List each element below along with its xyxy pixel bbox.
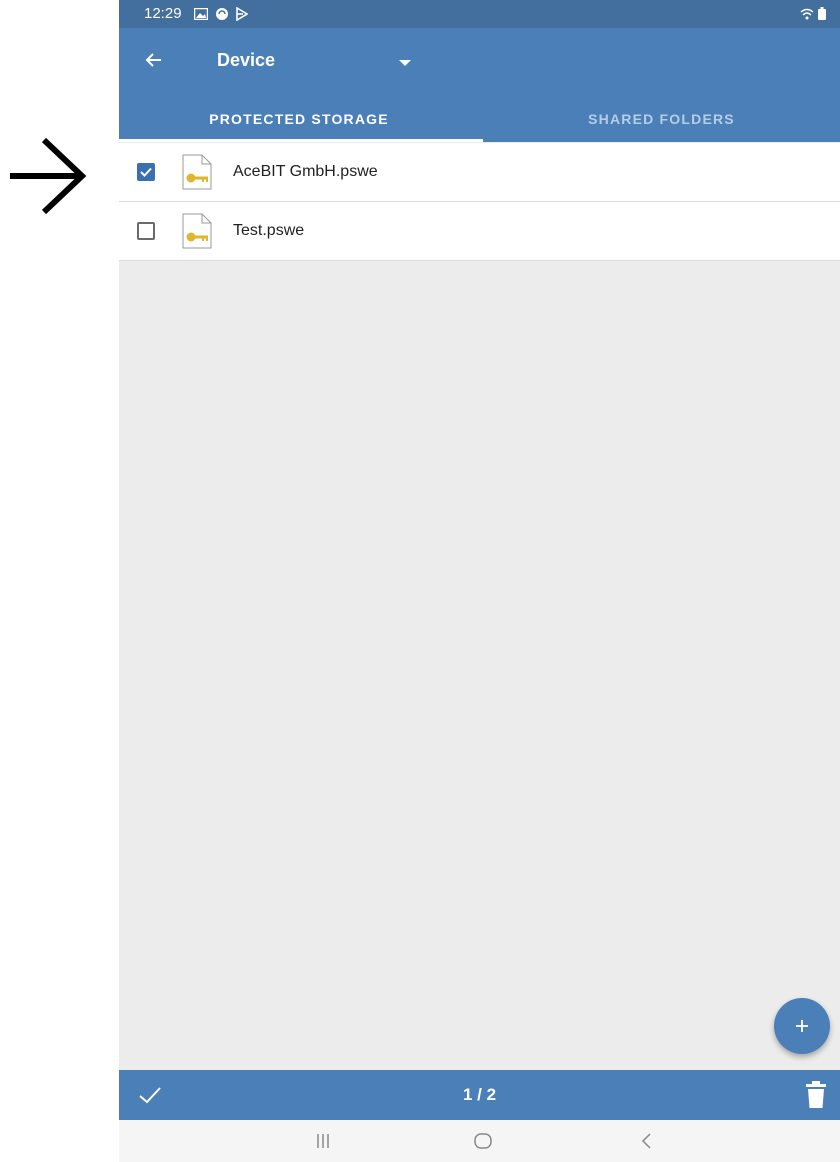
device-selector[interactable]: Device	[217, 50, 417, 76]
wifi-icon	[800, 8, 814, 19]
back-icon[interactable]	[639, 1131, 653, 1151]
tab-shared-folders[interactable]: SHARED FOLDERS	[483, 100, 840, 142]
file-list: AceBIT GmbH.pswe Test.pswe	[119, 143, 840, 261]
tab-shared-folders-label: SHARED FOLDERS	[588, 111, 735, 127]
trash-icon	[806, 1081, 826, 1108]
file-name: Test.pswe	[233, 222, 305, 239]
file-name: AceBIT GmbH.pswe	[233, 163, 378, 180]
file-checkbox-checked[interactable]	[137, 163, 155, 181]
status-bar: 12:29	[119, 0, 840, 28]
key-file-icon	[182, 213, 212, 249]
file-row-acebit[interactable]: AceBIT GmbH.pswe	[119, 143, 840, 202]
add-file-button[interactable]	[774, 998, 830, 1054]
key-file-icon	[182, 154, 212, 190]
page-title: Device	[217, 50, 276, 70]
system-navigation-bar	[119, 1120, 840, 1162]
app-bar: Device PROTECTED STORAGE SHARED FOLDERS	[119, 28, 840, 142]
sync-icon	[216, 8, 228, 20]
plus-icon	[796, 1020, 808, 1032]
battery-icon	[818, 7, 826, 20]
back-button[interactable]	[141, 46, 169, 74]
tab-protected-storage[interactable]: PROTECTED STORAGE	[119, 100, 479, 142]
status-system-icons	[800, 7, 826, 20]
tab-protected-storage-label: PROTECTED STORAGE	[209, 111, 389, 127]
delete-button[interactable]	[805, 1081, 827, 1109]
status-notification-icons	[194, 6, 248, 22]
file-row-test[interactable]: Test.pswe	[119, 202, 840, 261]
recents-icon[interactable]	[315, 1131, 331, 1151]
arrow-left-icon	[145, 53, 161, 67]
device-screen: 12:29 Device PROTECTED STORAGE SHARED FO…	[119, 0, 840, 1162]
pointer-arrow-icon	[10, 137, 87, 215]
selection-counter: 1 / 2	[462, 1085, 497, 1104]
home-icon[interactable]	[473, 1131, 493, 1151]
status-time: 12:29	[144, 5, 182, 22]
caret-down-icon	[399, 60, 411, 66]
gallery-icon	[194, 8, 208, 20]
play-icon	[236, 7, 248, 21]
tab-indicator	[119, 139, 483, 142]
selection-action-bar: 1 / 2	[119, 1070, 840, 1120]
file-checkbox-unchecked[interactable]	[137, 222, 155, 240]
check-icon	[140, 167, 152, 177]
